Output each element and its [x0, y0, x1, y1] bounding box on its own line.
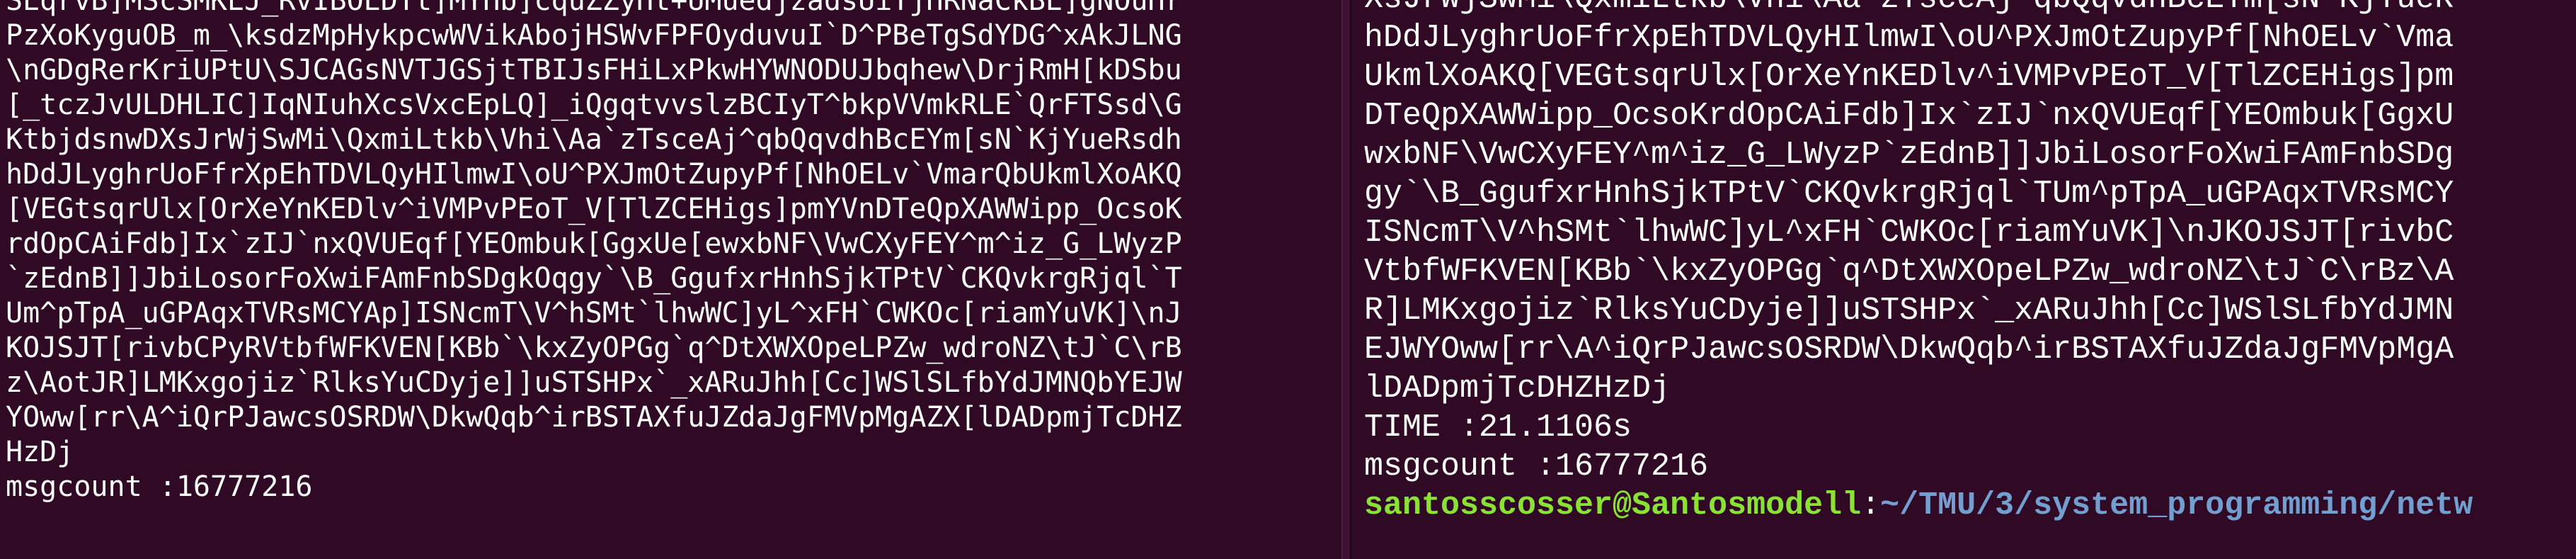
right-terminal-output: XsJrWjSwMi\QxmiLtkb\Vhi\Aa`zTsceAj^qbQqv…: [1364, 0, 2576, 525]
msgcount-line: msgcount :16777216: [1364, 448, 1709, 485]
output-line: UkmlXoAKQ[VEGtsqrUlx[OrXeYnKEDlv^iVMPvPE…: [1364, 59, 2454, 95]
right-terminal-pane[interactable]: XsJrWjSwMi\QxmiLtkb\Vhi\Aa`zTsceAj^qbQqv…: [1351, 0, 2576, 559]
time-line: TIME :21.1106s: [1364, 410, 1632, 446]
terminal-screen: SEqrvB]MScSMKEJ_RvIBOEDTt]MYHb]cquZZyHt+…: [0, 0, 2576, 559]
prompt-path: ~/TMU/3/system_programming/netw: [1880, 487, 2473, 524]
output-line: hDdJLyghrUoFfrXpEhTDVLQyHIlmwI\oU^PXJmOt…: [6, 158, 1182, 191]
msgcount-line: msgcount :16777216: [6, 470, 313, 503]
output-line: wxbNF\VwCXyFEY^m^iz_G_LWyzP`zEdnB]]JbiLo…: [1364, 137, 2454, 173]
output-line: hDdJLyghrUoFfrXpEhTDVLQyHIlmwI\oU^PXJmOt…: [1364, 20, 2454, 56]
output-line: z\AotJR]LMKxgojiz`RlksYuCDyje]]uSTSHPx`_…: [6, 366, 1182, 399]
output-line: PzXoKyguOB_m_\ksdzMpHykpcwWVikAbojHSWvFP…: [6, 19, 1182, 52]
output-line: KOJSJT[rivbCPyRVtbfWFKVEN[KBb`\kxZyOPGg`…: [6, 332, 1182, 364]
left-terminal-pane[interactable]: SEqrvB]MScSMKEJ_RvIBOEDTt]MYHb]cquZZyHt+…: [0, 0, 1341, 559]
prompt-separator: :: [1861, 487, 1881, 524]
left-terminal-output: SEqrvB]MScSMKEJ_RvIBOEDTt]MYHb]cquZZyHt+…: [6, 0, 1336, 504]
output-line: R]LMKxgojiz`RlksYuCDyje]]uSTSHPx`_xARuJh…: [1364, 293, 2454, 329]
shell-prompt[interactable]: santosscosser@Santosmodell:~/TMU/3/syste…: [1364, 486, 2576, 525]
output-line: `zEdnB]]JbiLosorFoXwiFAmFnbSDgkOqgy`\B_G…: [6, 262, 1182, 295]
output-line: HzDj: [6, 436, 74, 468]
output-line: [_tczJvULDHLIC]IqNIuhXcsVxcEpLQ]_iQgqtvv…: [6, 89, 1182, 121]
output-line: lDADpmjTcDHZHzDj: [1364, 371, 1671, 407]
output-line: gy`\B_GgufxrHnhSjkTPtV`CKQvkrgRjql`TUm^p…: [1364, 176, 2454, 212]
pane-divider[interactable]: [1341, 0, 1351, 559]
output-line: rdOpCAiFdb]Ix`zIJ`nxQVUEqf[YEOmbuk[GgxUe…: [6, 227, 1182, 260]
output-line: \nGDgRerKriUPtU\SJCAGsNVTJGSjtTBIJsFHiLx…: [6, 54, 1182, 86]
output-line: Um^pTpA_uGPAqxTVRsMCYAp]ISNcmT\V^hSMt`lh…: [6, 297, 1182, 329]
prompt-user: santosscosser@Santosmodell: [1364, 487, 1862, 524]
output-line: XsJrWjSwMi\QxmiLtkb\Vhi\Aa`zTsceAj^qbQqv…: [1364, 0, 2576, 18]
output-line: DTeQpXAWWipp_OcsoKrdOpCAiFdb]Ix`zIJ`nxQV…: [1364, 98, 2454, 134]
output-line: SEqrvB]MScSMKEJ_RvIBOEDTt]MYHb]cquZZyHt+…: [6, 0, 1182, 17]
output-line: [VEGtsqrUlx[OrXeYnKEDlv^iVMPvPEoT_V[TlZC…: [6, 193, 1182, 225]
output-line: YOww[rr\A^iQrPJawcsOSRDW\DkwQqb^irBSTAXf…: [6, 401, 1182, 434]
output-line: EJWYOww[rr\A^iQrPJawcsOSRDW\DkwQqb^irBST…: [1364, 332, 2454, 368]
output-line: KtbjdsnwDXsJrWjSwMi\QxmiLtkb\Vhi\Aa`zTsc…: [6, 123, 1182, 156]
output-line: ISNcmT\V^hSMt`lhwWC]yL^xFH`CWKOc[riamYuV…: [1364, 215, 2454, 251]
output-line: VtbfWFKVEN[KBb`\kxZyOPGg`q^DtXWXOpeLPZw_…: [1364, 254, 2454, 290]
